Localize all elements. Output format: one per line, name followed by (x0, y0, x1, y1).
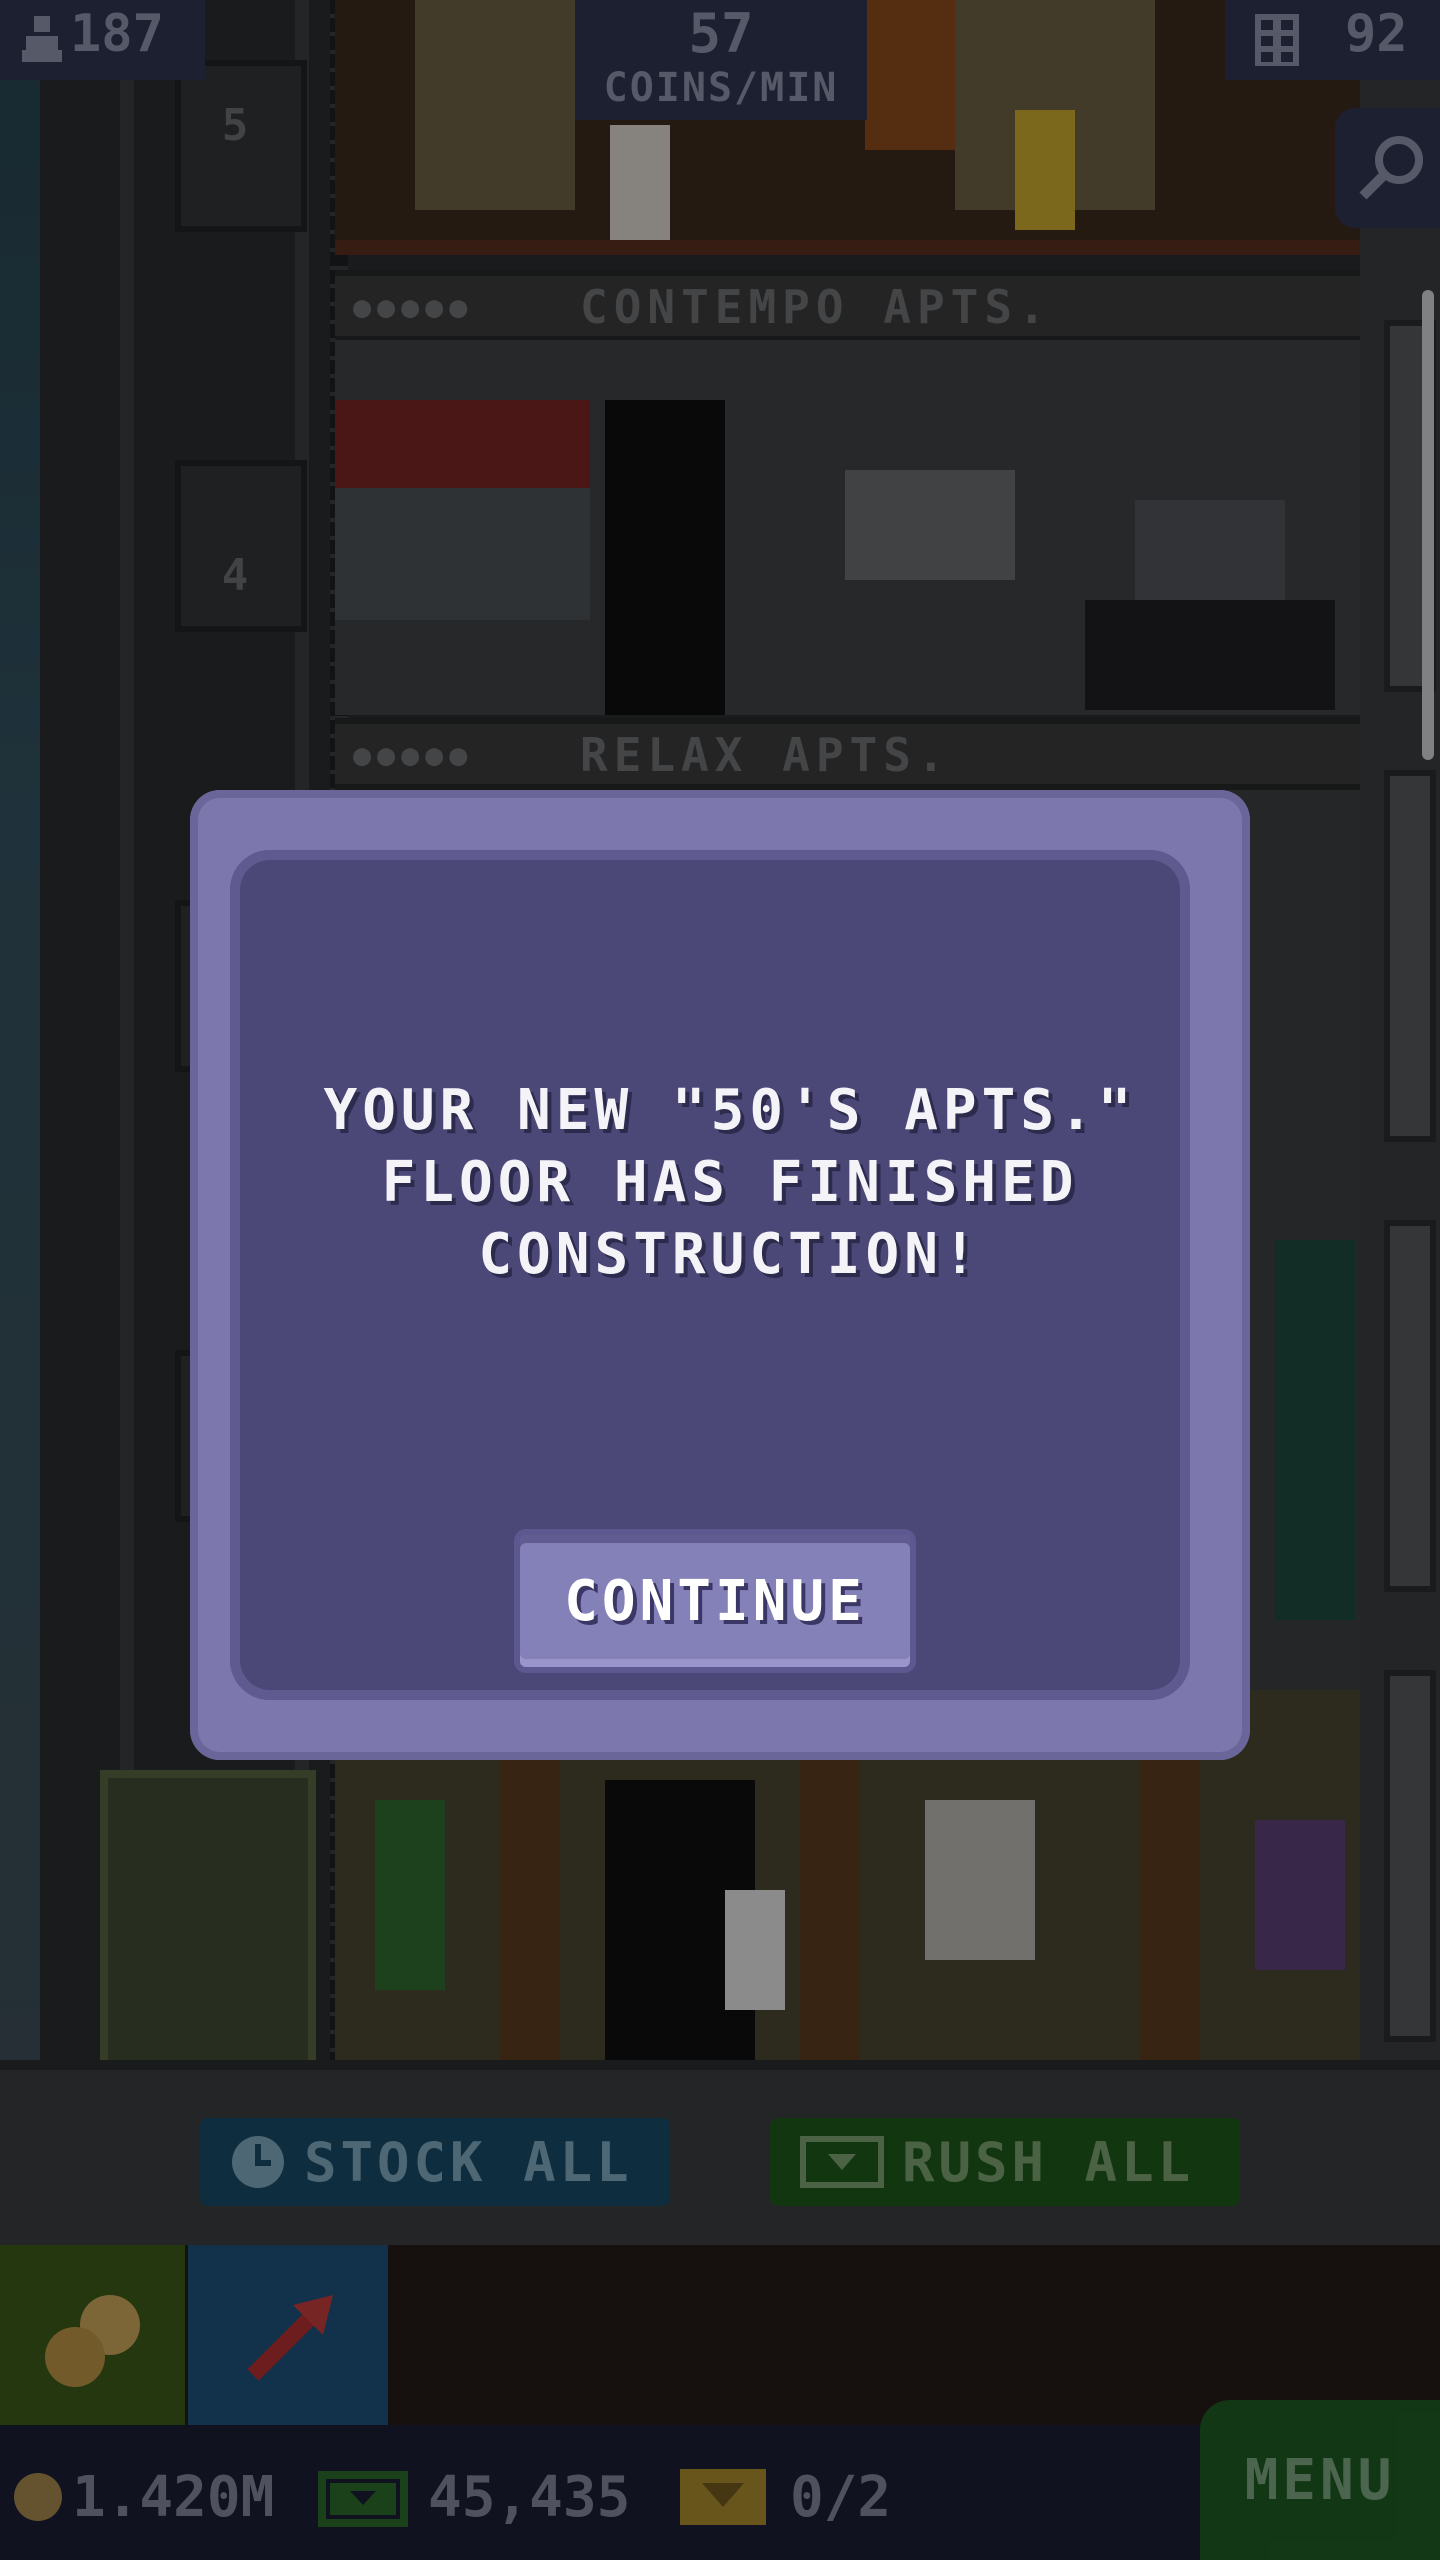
build-arrow-icon (247, 2295, 333, 2381)
floor-counter[interactable]: 92 (1225, 0, 1440, 80)
build-tool-button[interactable] (188, 2245, 388, 2425)
population-value: 187 (70, 4, 164, 64)
floor-number-5: 5 (221, 100, 249, 151)
floor-label-contempo: CONTEMPO APTS. (580, 280, 1052, 334)
floor-label-relax: RELAX APTS. (580, 728, 951, 782)
coin-rate-value: 57 (688, 2, 754, 65)
person-icon (22, 16, 62, 62)
rush-all-button[interactable]: RUSH ALL (770, 2118, 1240, 2206)
floor-number-4: 4 (221, 550, 249, 601)
continue-button[interactable]: CONTINUE (520, 1535, 910, 1667)
resident-mime[interactable] (725, 1890, 785, 2010)
coins-tool-button[interactable] (0, 2245, 185, 2425)
banner (375, 1800, 445, 1990)
stock-all-label: STOCK ALL (304, 2130, 633, 2194)
bux-value: 45,435 (428, 2465, 631, 2530)
floor-label-bar: ●●●●● RELAX APTS. (335, 718, 1360, 790)
construction-complete-dialog: YOUR NEW "50'S APTS." FLOOR HAS FINISHED… (190, 790, 1250, 1760)
action-bar: STOCK ALL RUSH ALL (0, 2060, 1440, 2255)
tickets-value: 0/2 (790, 2465, 892, 2530)
resident-dots: ●●●●● (353, 738, 474, 773)
bed (1085, 600, 1335, 710)
bux-icon (318, 2471, 408, 2527)
search-button[interactable] (1335, 108, 1440, 228)
scrollbar-thumb[interactable] (1422, 290, 1434, 760)
floor-label-bar: ●●●●● CONTEMPO APTS. (335, 270, 1360, 342)
room-contempo-apts[interactable] (335, 340, 1360, 715)
statue (925, 1800, 1035, 1960)
coin-stack-icon (45, 2295, 140, 2387)
sky-background (0, 0, 40, 2060)
population-counter[interactable]: 187 (0, 0, 205, 80)
painting (1255, 1820, 1345, 1970)
magnifier-icon (1359, 136, 1423, 200)
coin-icon (14, 2473, 62, 2521)
rush-all-label: RUSH ALL (902, 2130, 1195, 2194)
building-icon (1255, 14, 1299, 66)
clock-icon (232, 2136, 284, 2188)
resident-chef[interactable] (610, 125, 670, 245)
dialog-message-line: YOUR NEW "50'S APTS." (323, 1078, 1137, 1143)
dialog-message-line: CONSTRUCTION! (478, 1222, 982, 1287)
coins-value: 1.420M (72, 2465, 275, 2530)
menu-button[interactable]: MENU (1200, 2400, 1440, 2560)
ticket-icon (680, 2469, 766, 2525)
resident-yellow[interactable] (1015, 110, 1075, 230)
lobby-elevator-door[interactable] (100, 1770, 316, 2076)
elevator-car[interactable] (175, 460, 307, 632)
dialog-message-line: FLOOR HAS FINISHED (381, 1150, 1079, 1215)
wall-art (845, 470, 1015, 580)
floor-count-value: 92 (1345, 4, 1408, 64)
resident-dots: ●●●●● (353, 290, 474, 325)
menu-label: MENU (1244, 2447, 1396, 2513)
coin-rate-display: 57 COINS/MIN (575, 0, 867, 120)
stock-all-button[interactable]: STOCK ALL (200, 2118, 670, 2206)
ticket-arrow-icon (800, 2136, 884, 2188)
door (605, 400, 725, 715)
coin-rate-label: COINS/MIN (603, 65, 839, 111)
tool-row (0, 2245, 1440, 2425)
dialog-message: YOUR NEW "50'S APTS." FLOOR HAS FINISHED… (250, 1075, 1210, 1291)
